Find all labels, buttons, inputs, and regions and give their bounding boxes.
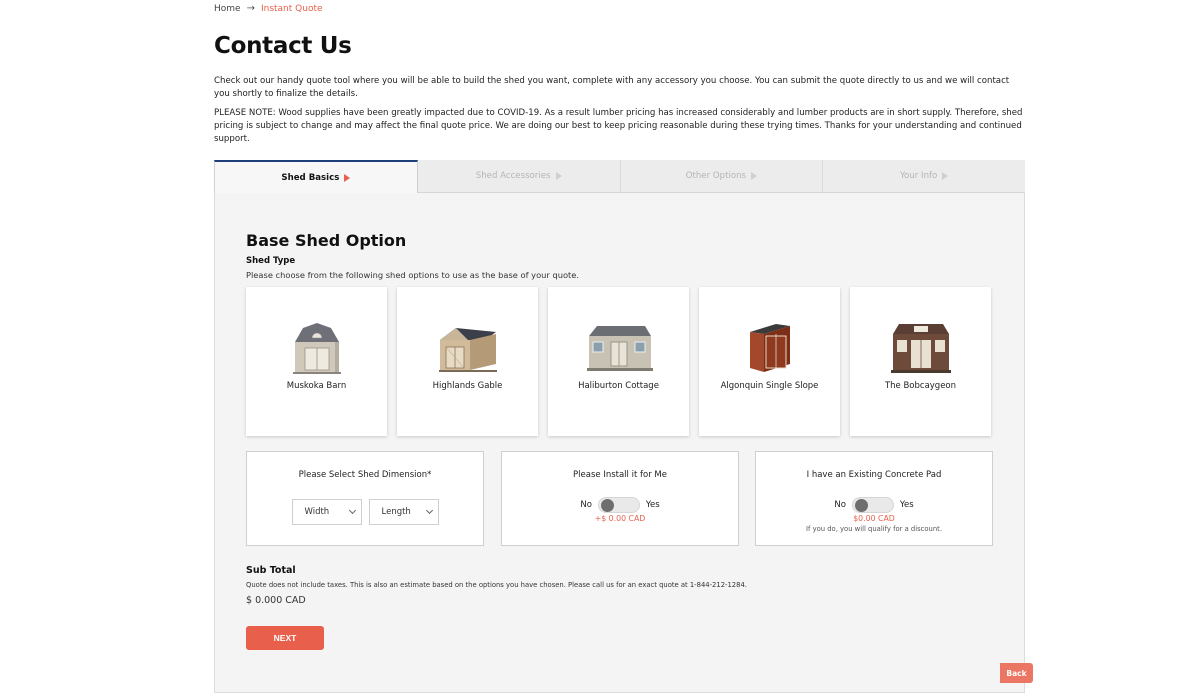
next-button[interactable]: NEXT — [246, 626, 324, 650]
shed-option-algonquin-single-slope[interactable]: Algonquin Single Slope — [699, 287, 840, 436]
triangle-right-icon — [555, 172, 562, 180]
shed-option-highlands-gable[interactable]: Highlands Gable — [397, 287, 538, 436]
cottage-shed-image — [586, 326, 653, 371]
single-slope-shed-image — [749, 324, 790, 372]
shed-type-label: Shed Type — [246, 256, 296, 266]
install-price: +$ 0.00 CAD — [594, 514, 646, 523]
concrete-pad-toggle[interactable] — [851, 497, 894, 513]
install-box: Please Install it for Me No Yes +$ 0.00 … — [501, 451, 739, 546]
intro-text: Check out our handy quote tool where you… — [214, 76, 1010, 99]
quote-steps-tabs: Shed Basics Shed Accessories Other Optio… — [214, 160, 1025, 193]
tab-label: Your Info — [899, 171, 938, 181]
install-title: Please Install it for Me — [573, 470, 667, 480]
toggle-no-label: No — [834, 500, 846, 510]
toggle-no-label: No — [580, 500, 592, 510]
barn-shed-image — [292, 323, 341, 374]
shed-option-name: Muskoka Barn — [286, 381, 347, 391]
shed-option-haliburton-cottage[interactable]: Haliburton Cottage — [548, 287, 689, 436]
tab-label: Other Options — [685, 171, 747, 181]
section-title: Base Shed Option — [246, 231, 407, 250]
shed-option-name: Haliburton Cottage — [578, 381, 659, 391]
dimension-title: Please Select Shed Dimension* — [298, 470, 432, 480]
subtotal-note: Quote does not include taxes. This is al… — [246, 581, 747, 589]
tab-label: Shed Basics — [281, 172, 340, 183]
subtotal-value: $ 0.000 CAD — [246, 595, 306, 606]
concrete-pad-price: $0.00 CAD — [853, 514, 895, 523]
width-select-value: Width — [304, 507, 330, 517]
breadcrumb: Home → Instant Quote — [214, 3, 323, 14]
tab-your-info[interactable]: Your Info — [823, 160, 1025, 192]
shed-option-name: Highlands Gable — [432, 381, 503, 391]
back-button[interactable]: Back — [1000, 663, 1033, 683]
toggle-knob — [854, 499, 868, 512]
concrete-pad-hint: If you do, you will qualify for a discou… — [806, 525, 942, 533]
triangle-right-icon — [942, 172, 949, 180]
bobcaygeon-shed-image — [890, 324, 951, 373]
length-select-value: Length — [381, 507, 411, 517]
tab-shed-accessories[interactable]: Shed Accessories — [418, 160, 621, 192]
shed-type-help: Please choose from the following shed op… — [246, 270, 580, 280]
tab-shed-basics[interactable]: Shed Basics — [214, 160, 418, 193]
width-select[interactable]: Width — [291, 499, 362, 525]
length-select[interactable]: Length — [368, 499, 439, 525]
triangle-right-icon — [751, 172, 758, 180]
install-toggle[interactable] — [597, 497, 640, 513]
shed-options-list: Muskoka Barn Highlands Gable Haliburton … — [246, 287, 991, 436]
shed-option-name: The Bobcaygeon — [884, 381, 957, 391]
concrete-pad-title: I have an Existing Concrete Pad — [806, 470, 942, 480]
toggle-knob — [600, 499, 614, 512]
chevron-down-icon — [348, 506, 356, 515]
subtotal-label: Sub Total — [246, 565, 296, 576]
shed-option-the-bobcaygeon[interactable]: The Bobcaygeon — [850, 287, 991, 436]
chevron-down-icon — [425, 506, 433, 515]
dimension-box: Please Select Shed Dimension* Width Leng… — [246, 451, 484, 546]
tab-other-options[interactable]: Other Options — [621, 160, 824, 192]
breadcrumb-current: Instant Quote — [260, 3, 323, 14]
toggle-yes-label: Yes — [899, 500, 914, 510]
page-title: Contact Us — [214, 33, 352, 59]
tab-label: Shed Accessories — [475, 171, 551, 181]
shed-option-name: Algonquin Single Slope — [720, 381, 819, 391]
toggle-yes-label: Yes — [645, 500, 660, 510]
triangle-right-icon — [344, 173, 351, 182]
gable-shed-image — [438, 328, 497, 372]
concrete-pad-box: I have an Existing Concrete Pad No Yes $… — [755, 451, 993, 546]
arrow-right-icon: → — [246, 3, 255, 14]
breadcrumb-home-link[interactable]: Home — [214, 4, 241, 14]
shed-option-muskoka-barn[interactable]: Muskoka Barn — [246, 287, 387, 436]
form-panel — [214, 193, 1025, 693]
covid-note-text: PLEASE NOTE: Wood supplies have been gre… — [214, 108, 1023, 144]
